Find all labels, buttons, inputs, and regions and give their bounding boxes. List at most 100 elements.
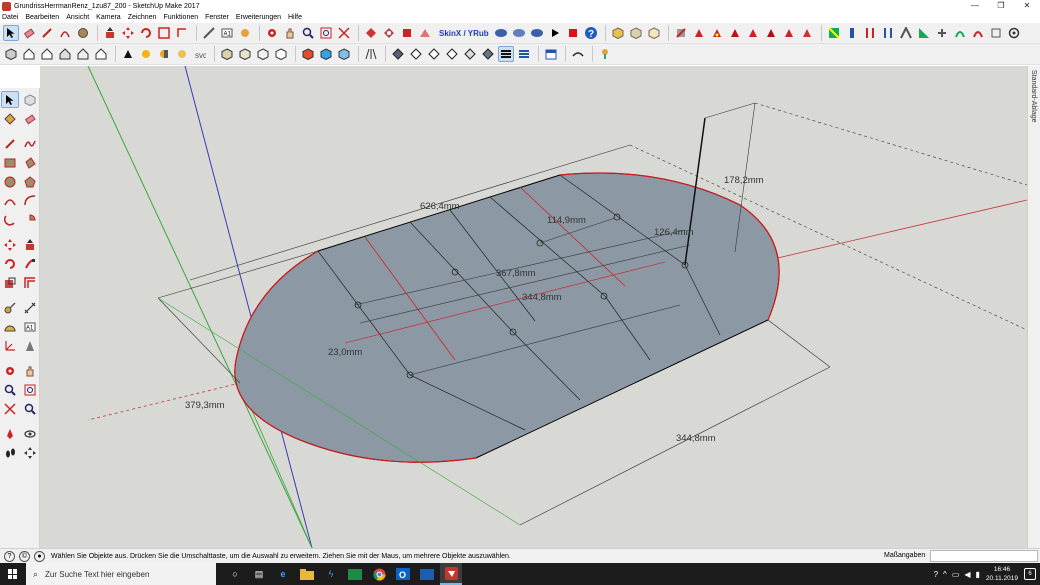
face-style-3-icon[interactable]: [426, 46, 442, 62]
back-view-icon[interactable]: [75, 46, 91, 62]
zoom-window-tool-icon[interactable]: [21, 381, 39, 398]
ext-tool-3-icon[interactable]: [709, 25, 725, 41]
paint-bucket-tool-icon[interactable]: [1, 110, 19, 127]
solid-cube-3-icon[interactable]: [646, 25, 662, 41]
follow-me-tool-icon[interactable]: [21, 255, 39, 272]
floor-plan-face[interactable]: [234, 172, 780, 463]
stop-icon[interactable]: [565, 25, 581, 41]
scale-icon[interactable]: [156, 25, 172, 41]
eraser-icon[interactable]: [21, 25, 37, 41]
menu-ansicht[interactable]: Ansicht: [66, 14, 89, 21]
face-style-5-icon[interactable]: [462, 46, 478, 62]
components-icon[interactable]: [381, 25, 397, 41]
taskbar-search-box[interactable]: ⌕ Zur Suche Text hier eingeben: [26, 563, 216, 585]
ext-tool-13-icon[interactable]: [898, 25, 914, 41]
geo-info-icon[interactable]: ?: [4, 550, 15, 562]
section-tool-icon[interactable]: [21, 444, 39, 461]
tape-measure-icon[interactable]: [201, 25, 217, 41]
left-view-icon[interactable]: [93, 46, 109, 62]
axes-tool-icon[interactable]: [1, 337, 19, 354]
perspective-icon[interactable]: [363, 46, 379, 62]
chrome-icon[interactable]: [368, 563, 390, 585]
menu-zeichnen[interactable]: Zeichnen: [128, 14, 157, 21]
three-point-arc-tool-icon[interactable]: [1, 211, 19, 228]
wireframe-icon[interactable]: [255, 46, 271, 62]
solid-cube-1-icon[interactable]: [610, 25, 626, 41]
model-drawing[interactable]: 626,4mm 178,2mm 114,9mm 126,4mm 367,8mm …: [40, 66, 1027, 548]
menu-fenster[interactable]: Fenster: [205, 14, 229, 21]
move-tool-icon[interactable]: [1, 236, 19, 253]
select-arrow-icon[interactable]: [3, 25, 19, 41]
ext-tool-12-icon[interactable]: [880, 25, 896, 41]
clock[interactable]: 16:46 20.11.2019: [986, 565, 1018, 583]
freehand-tool-icon[interactable]: [21, 135, 39, 152]
select-tool-icon[interactable]: [1, 91, 19, 108]
right-view-icon[interactable]: [57, 46, 73, 62]
shaded-icon[interactable]: [300, 46, 316, 62]
menu-erweiterungen[interactable]: Erweiterungen: [236, 14, 281, 21]
menu-funktionen[interactable]: Funktionen: [163, 14, 198, 21]
play-icon[interactable]: [547, 25, 563, 41]
tape-measure-tool-icon[interactable]: [1, 299, 19, 316]
ext-tool-10-icon[interactable]: [844, 25, 860, 41]
geo-location-icon[interactable]: [597, 46, 613, 62]
show-hidden-icons-chevron[interactable]: ^: [943, 570, 947, 579]
user-icon[interactable]: ●: [34, 550, 45, 562]
fog-icon[interactable]: [174, 46, 190, 62]
minimize-button[interactable]: —: [962, 0, 988, 12]
help-icon[interactable]: ?: [583, 25, 599, 41]
task-view-icon[interactable]: ▤: [248, 563, 270, 585]
measurements-input[interactable]: [930, 550, 1038, 562]
two-point-arc-tool-icon[interactable]: [21, 192, 39, 209]
zoom-extents-tool-icon[interactable]: [1, 400, 19, 417]
zoom-tool-icon[interactable]: [1, 381, 19, 398]
walk-tool-icon[interactable]: [1, 444, 19, 461]
previous-view-tool-icon[interactable]: [21, 400, 39, 417]
app-green-icon[interactable]: [344, 563, 366, 585]
flashlight-icon[interactable]: [120, 46, 136, 62]
xray-icon[interactable]: [219, 46, 235, 62]
svg-export-icon[interactable]: SVG: [192, 46, 208, 62]
paint-bucket-icon[interactable]: [75, 25, 91, 41]
3d-text-tool-icon[interactable]: [21, 337, 39, 354]
outlook-icon[interactable]: O: [392, 563, 414, 585]
pencil-line-icon[interactable]: [39, 25, 55, 41]
zoom-extents-icon[interactable]: [336, 25, 352, 41]
model-viewport[interactable]: 626,4mm 178,2mm 114,9mm 126,4mm 367,8mm …: [40, 66, 1027, 548]
menu-bearbeiten[interactable]: Bearbeiten: [25, 14, 59, 21]
styles-icon[interactable]: [399, 25, 415, 41]
rotate-icon[interactable]: [138, 25, 154, 41]
face-style-4-icon[interactable]: [444, 46, 460, 62]
warehouse-icon[interactable]: [363, 25, 379, 41]
skin-tool-3-icon[interactable]: [529, 25, 545, 41]
app-blue-icon[interactable]: ϟ: [320, 563, 342, 585]
move-icon[interactable]: [120, 25, 136, 41]
face-style-1-icon[interactable]: [390, 46, 406, 62]
close-button[interactable]: ✕: [1014, 0, 1040, 12]
orbit-tool-icon[interactable]: [1, 362, 19, 379]
make-component-icon[interactable]: [21, 91, 39, 108]
start-button[interactable]: [0, 563, 26, 585]
ext-tool-14-icon[interactable]: [916, 25, 932, 41]
battery-icon[interactable]: ▮: [976, 570, 980, 579]
shaded-textures-icon[interactable]: [318, 46, 334, 62]
offset-icon[interactable]: [174, 25, 190, 41]
front-view-icon[interactable]: [39, 46, 55, 62]
rotated-rectangle-tool-icon[interactable]: [21, 154, 39, 171]
edge-browser-icon[interactable]: e: [272, 563, 294, 585]
ext-tool-11-icon[interactable]: [862, 25, 878, 41]
ext-tool-17-icon[interactable]: [970, 25, 986, 41]
line-tool-icon[interactable]: [1, 135, 19, 152]
push-pull-tool-icon[interactable]: [21, 236, 39, 253]
iso-view-icon[interactable]: [3, 46, 19, 62]
notification-center-icon[interactable]: 6: [1024, 568, 1036, 580]
default-tray-tab[interactable]: Standard-Ablage: [1027, 66, 1040, 548]
volume-icon[interactable]: ◀: [964, 570, 970, 579]
solid-cube-2-icon[interactable]: [628, 25, 644, 41]
calendar-icon[interactable]: [543, 46, 559, 62]
ext-tool-19-icon[interactable]: [1006, 25, 1022, 41]
ext-tool-7-icon[interactable]: [781, 25, 797, 41]
rotate-tool-icon[interactable]: [1, 255, 19, 272]
menu-kamera[interactable]: Kamera: [96, 14, 121, 21]
face-style-6-icon[interactable]: [480, 46, 496, 62]
